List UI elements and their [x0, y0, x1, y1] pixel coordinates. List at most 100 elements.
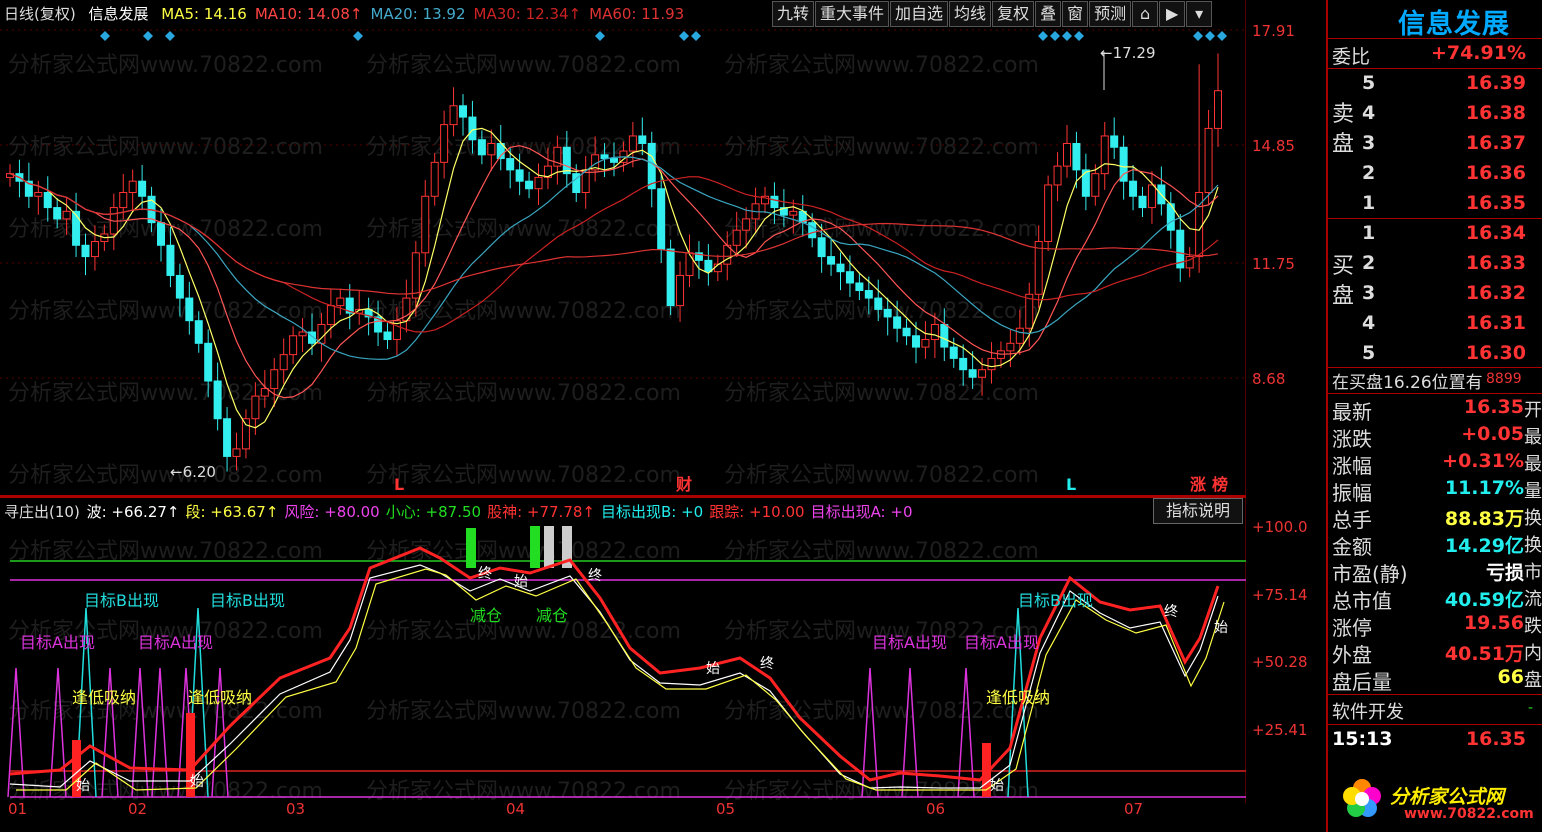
candle-body — [421, 195, 430, 254]
software-dev-label[interactable]: 软件开发 — [1332, 698, 1404, 724]
candle-body — [166, 244, 175, 276]
indicator-value: 股神: +77.78↑ — [487, 503, 595, 521]
end-label: 终 — [1164, 604, 1178, 620]
signal-diamond-icon — [1205, 31, 1215, 41]
toolbar-button[interactable]: 复权 — [992, 1, 1035, 27]
month-label: 02 — [128, 800, 148, 818]
sell-price: 16.36 — [1465, 162, 1526, 184]
stat-value: 66 — [1497, 666, 1524, 688]
lock-icon[interactable]: ⌂ — [1132, 1, 1159, 27]
sell-level: 4 — [1362, 102, 1376, 124]
candle-body — [1147, 184, 1156, 209]
watermark: 分析家公式网www.70822.com — [8, 299, 323, 324]
target-a-spike — [151, 667, 169, 798]
start-label: 始 — [514, 574, 528, 590]
candle-body — [949, 346, 958, 359]
candle-body — [525, 180, 534, 190]
candle-body — [1129, 180, 1138, 197]
watermark: 分析家公式网www.70822.com — [724, 463, 1039, 488]
candle-body — [204, 342, 213, 382]
indicator-value: 段: +63.67↑ — [185, 503, 279, 521]
export-icon[interactable]: ▶ — [1159, 1, 1186, 27]
candle-body — [185, 297, 194, 322]
candle-body — [742, 218, 751, 231]
toolbar-button[interactable]: 预测 — [1089, 1, 1132, 27]
stat-side-label: 最 — [1524, 454, 1542, 475]
indicator-value: 风险: +80.00 — [284, 503, 380, 521]
candle-body — [562, 146, 571, 175]
indicator-values: 波: +66.27↑ 段: +63.67↑ 风险: +80.00 小心: +87.50… — [87, 503, 919, 521]
candle-body — [506, 158, 515, 171]
candle-body — [515, 169, 524, 182]
start-label: 始 — [706, 661, 720, 677]
signal-diamond-icon — [165, 31, 175, 41]
candle-body — [1063, 142, 1071, 167]
candle-body — [487, 142, 496, 156]
ma-item: MA30: 12.34↑ — [473, 5, 582, 23]
candle-body — [1204, 127, 1213, 194]
watermark: 分析家公式网www.70822.com — [366, 217, 681, 242]
indicator-explain-button[interactable]: 指标说明 — [1153, 498, 1243, 524]
toolbar-button[interactable]: 重大事件 — [815, 1, 890, 27]
candlestick-chart[interactable]: 分析家公式网www.70822.com 分析家公式网www.70822.com 分析… — [0, 0, 1246, 495]
toolbar-button[interactable]: 窗 — [1062, 1, 1089, 27]
indicator-tick: +50.28 — [1252, 653, 1308, 671]
candle-body — [449, 105, 458, 126]
watermark: 分析家公式网www.70822.com — [8, 53, 323, 78]
target-a-spike — [901, 667, 919, 798]
stat-value: 11.17% — [1444, 477, 1524, 499]
sell-price: 16.38 — [1465, 102, 1526, 124]
start-label: 始 — [190, 774, 204, 790]
toolbar-button[interactable]: 均线 — [949, 1, 992, 27]
indicator-chart[interactable]: 分析家公式网www.70822.com 分析家公式网www.70822.com 分析… — [0, 498, 1246, 803]
stat-value: +0.05 — [1461, 423, 1524, 445]
signal-diamond-icon — [1050, 31, 1060, 41]
buy-notice: 在买盘16.26位置有 — [1332, 373, 1483, 393]
stat-value: 88.83万 — [1444, 508, 1524, 530]
signal-diamond-icon — [1074, 31, 1084, 41]
stat-value: 40.51万 — [1444, 643, 1524, 665]
candle-body — [1034, 241, 1043, 295]
sell-price: 16.39 — [1465, 72, 1526, 94]
target-b-label: 目标B出现 — [210, 591, 285, 610]
start-label: 始 — [1214, 620, 1228, 636]
indicator-value: 目标出现B: +0 — [600, 503, 704, 521]
candle-body — [930, 323, 939, 341]
buy-low-label: 逢低吸纳 — [188, 688, 252, 707]
stat-value: 40.59亿 — [1444, 589, 1524, 611]
watermark: 分析家公式网www.70822.com — [8, 463, 323, 488]
candle-body — [940, 323, 949, 348]
stat-value: +0.31% — [1442, 450, 1524, 472]
toolbar-button[interactable]: 九转 — [772, 1, 815, 27]
stock-name: 信息发展 — [88, 5, 149, 23]
candle-body — [912, 335, 920, 348]
reduce-bar — [544, 526, 554, 568]
signal-diamond-icon — [100, 31, 110, 41]
candle-body — [1053, 165, 1062, 186]
period-label[interactable]: 日线(复权) — [4, 5, 76, 23]
stat-label: 涨幅 — [1332, 454, 1372, 478]
candle-body — [666, 248, 675, 307]
candle-body — [1100, 135, 1109, 175]
chevron-down-icon[interactable]: ▾ — [1186, 1, 1213, 27]
event-mark: 榜 — [1212, 475, 1228, 494]
candle-body — [1015, 327, 1024, 344]
candle-body — [326, 305, 335, 325]
month-label: 04 — [506, 800, 526, 818]
stat-label: 涨停 — [1332, 616, 1372, 640]
candle-body — [90, 241, 99, 258]
indicator-name[interactable]: 寻庄出(10) — [4, 503, 80, 521]
target-a-label: 目标A出现 — [138, 633, 213, 652]
candle-body — [1006, 342, 1015, 352]
buy-price: 16.31 — [1465, 312, 1526, 334]
stat-side-label: 换 — [1524, 535, 1542, 556]
toolbar-button[interactable]: 叠 — [1035, 1, 1062, 27]
chart-toolbar: 九转 重大事件 加自选 均线 复权叠窗预测 ⌂ ▶ ▾ — [772, 1, 1213, 27]
candle-body — [534, 176, 543, 190]
candle-body — [732, 229, 741, 246]
candle-body — [789, 210, 798, 216]
toolbar-button[interactable]: 加自选 — [890, 1, 949, 27]
candle-body — [241, 418, 250, 450]
stat-side-label: 最 — [1524, 427, 1542, 448]
indicator-value: 跟踪: +10.00 — [709, 503, 805, 521]
